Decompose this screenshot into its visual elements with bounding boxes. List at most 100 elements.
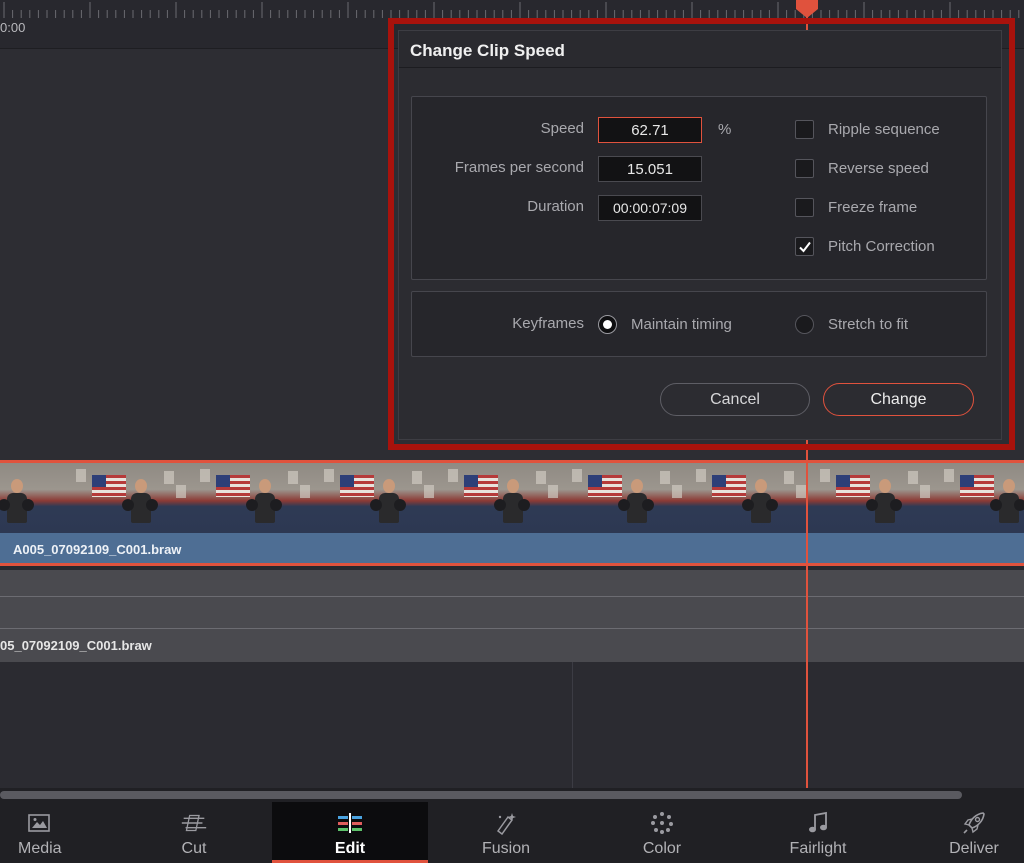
wall-poster <box>784 471 794 484</box>
wall-poster <box>660 471 670 484</box>
keyframes-label: Keyframes <box>512 315 584 332</box>
wall-poster <box>300 485 310 498</box>
clip-thumbnail-frame <box>566 463 690 533</box>
wall-poster <box>944 469 954 482</box>
clip-thumbnail-frame <box>0 463 70 533</box>
wall-poster <box>572 469 582 482</box>
page-tab-label: Edit <box>334 840 366 857</box>
flag-image <box>960 475 994 497</box>
stretch-to-fit-option[interactable]: Stretch to fit <box>795 315 908 334</box>
page-tab-cut[interactable]: Cut <box>116 802 272 863</box>
flag-image <box>340 475 374 497</box>
change-button[interactable]: Change <box>823 383 974 416</box>
pitch-correction-option[interactable]: Pitch Correction <box>795 237 935 256</box>
page-navigation: Media Cut Edit Fusion Color Fairlight De… <box>0 802 1024 863</box>
timeline-empty-area <box>0 662 1024 788</box>
boxer-figure <box>0 479 34 533</box>
page-tab-label: Media <box>18 840 62 857</box>
fairlight-icon <box>803 808 833 838</box>
page-tab-color[interactable]: Color <box>584 802 740 863</box>
boxer-figure <box>494 479 530 533</box>
clip-thumbnail-frame <box>442 463 566 533</box>
reverse-speed-checkbox[interactable] <box>795 159 814 178</box>
clip-thumbnail-frame <box>814 463 938 533</box>
audio-clip-name: 05_07092109_C001.braw <box>0 638 152 653</box>
boxer-figure <box>370 479 406 533</box>
playhead-handle-icon[interactable] <box>796 0 818 18</box>
duration-input[interactable] <box>598 195 702 221</box>
page-tab-deliver[interactable]: Deliver <box>896 802 1024 863</box>
color-icon <box>647 808 677 838</box>
ripple-sequence-checkbox[interactable] <box>795 120 814 139</box>
radio-selected-dot <box>603 320 612 329</box>
page-tab-media[interactable]: Media <box>0 802 116 863</box>
wall-poster <box>288 471 298 484</box>
wall-poster <box>672 485 682 498</box>
page-tab-edit[interactable]: Edit <box>272 802 428 863</box>
ripple-sequence-label: Ripple sequence <box>828 121 940 138</box>
wall-poster <box>164 471 174 484</box>
freeze-frame-option[interactable]: Freeze frame <box>795 198 917 217</box>
clip-thumbnail-frame <box>318 463 442 533</box>
maintain-timing-option[interactable]: Maintain timing <box>598 315 732 334</box>
boxer-figure <box>618 479 654 533</box>
media-icon <box>24 808 54 838</box>
clip-thumbnail-frame <box>194 463 318 533</box>
wall-poster <box>200 469 210 482</box>
timeline-scrollbar-thumb[interactable] <box>0 791 962 799</box>
dialog-title: Change Clip Speed <box>410 41 565 60</box>
cancel-button[interactable]: Cancel <box>660 383 810 416</box>
checkmark-icon <box>798 241 811 253</box>
fusion-icon <box>491 808 521 838</box>
reverse-speed-label: Reverse speed <box>828 160 929 177</box>
audio-track-divider <box>0 628 1024 629</box>
speed-unit: % <box>718 121 732 138</box>
pitch-correction-checkbox[interactable] <box>795 237 814 256</box>
boxer-figure <box>866 479 902 533</box>
flag-image <box>712 475 746 497</box>
wall-poster <box>908 471 918 484</box>
flag-image <box>464 475 498 497</box>
speed-settings-group: Speed % Frames per second Duration Rippl… <box>411 96 987 280</box>
page-tab-fairlight[interactable]: Fairlight <box>740 802 896 863</box>
boxer-figure <box>122 479 158 533</box>
reverse-speed-option[interactable]: Reverse speed <box>795 159 929 178</box>
ripple-sequence-option[interactable]: Ripple sequence <box>795 120 940 139</box>
dialog-titlebar[interactable]: Change Clip Speed <box>399 31 1001 68</box>
speed-input[interactable] <box>598 117 702 143</box>
fps-label: Frames per second <box>454 159 584 176</box>
edit-icon <box>335 808 365 838</box>
clip-thumbnails[interactable] <box>0 463 1024 533</box>
wall-poster <box>76 469 86 482</box>
flag-image <box>92 475 126 497</box>
wall-poster <box>412 471 422 484</box>
wall-poster <box>820 469 830 482</box>
freeze-frame-checkbox[interactable] <box>795 198 814 217</box>
wall-poster <box>796 485 806 498</box>
audio-track[interactable] <box>0 570 1024 662</box>
maintain-timing-radio[interactable] <box>598 315 617 334</box>
ruler-timecode: 0:00 <box>0 20 26 35</box>
wall-poster <box>920 485 930 498</box>
wall-poster <box>696 469 706 482</box>
wall-poster <box>424 485 434 498</box>
clip-thumbnail-frame <box>70 463 194 533</box>
boxer-figure <box>990 479 1024 533</box>
page-tab-fusion[interactable]: Fusion <box>428 802 584 863</box>
duration-label: Duration <box>527 198 584 215</box>
pitch-correction-label: Pitch Correction <box>828 238 935 255</box>
stretch-to-fit-label: Stretch to fit <box>828 316 909 333</box>
change-clip-speed-dialog: Change Clip Speed Speed % Frames per sec… <box>398 30 1002 440</box>
page-tab-label: Fairlight <box>789 840 847 857</box>
page-tab-label: Color <box>642 840 682 857</box>
clip-thumbnail-frame <box>938 463 1024 533</box>
stretch-to-fit-radio[interactable] <box>795 315 814 334</box>
flag-image <box>588 475 622 497</box>
video-clip-label-bar-right[interactable] <box>808 533 1024 563</box>
video-clip-name: A005_07092109_C001.braw <box>13 542 182 557</box>
audio-waveform-line <box>0 596 1024 597</box>
fps-input[interactable] <box>598 156 702 182</box>
flag-image <box>836 475 870 497</box>
boxer-figure <box>246 479 282 533</box>
cut-icon <box>179 808 209 838</box>
